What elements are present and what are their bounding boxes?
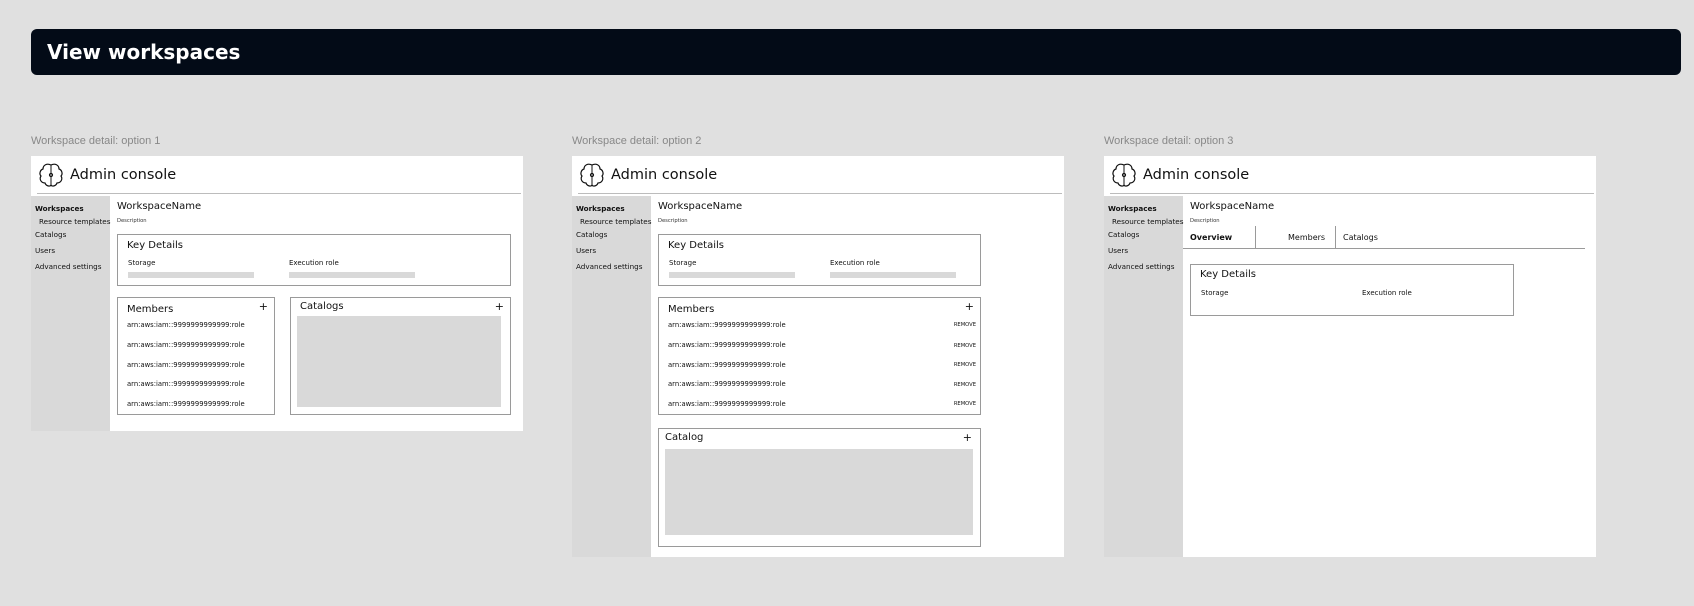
members-panel: Members + arn:aws:iam::9999999999999:rol… <box>117 297 275 415</box>
key-details-title: Key Details <box>1200 269 1256 280</box>
workspace-name: WorkspaceName <box>1190 201 1275 212</box>
sidebar-item-workspaces[interactable]: Workspaces <box>576 204 625 213</box>
sidebar-item-resource-templates[interactable]: Resource templates <box>1112 217 1183 226</box>
sidebar: Workspaces Resource templates Catalogs U… <box>572 196 651 557</box>
sidebar-item-advanced-settings[interactable]: Advanced settings <box>35 262 101 271</box>
key-details-title: Key Details <box>668 240 724 251</box>
workspace-description: Description <box>658 218 688 224</box>
workspace-description: Description <box>1190 218 1220 224</box>
storage-label: Storage <box>669 259 697 267</box>
storage-value-placeholder <box>128 272 254 278</box>
page-banner: View workspaces <box>31 29 1681 75</box>
sidebar-item-resource-templates[interactable]: Resource templates <box>39 217 110 226</box>
member-row: arn:aws:iam::9999999999999:role <box>668 341 786 349</box>
catalogs-title: Catalogs <box>300 301 344 312</box>
storage-label: Storage <box>1201 289 1229 297</box>
catalog-placeholder <box>665 449 973 535</box>
tab-members[interactable]: Members <box>1288 226 1325 248</box>
member-row: arn:aws:iam::9999999999999:role <box>668 380 786 388</box>
workspace-description: Description <box>117 218 147 224</box>
workspace-name: WorkspaceName <box>658 201 743 212</box>
remove-member-button[interactable]: REMOVE <box>954 401 976 407</box>
workspace-name: WorkspaceName <box>117 201 202 212</box>
add-member-button[interactable]: + <box>965 301 974 312</box>
main-content: WorkspaceName Description Overview Membe… <box>1183 196 1596 557</box>
remove-member-button[interactable]: REMOVE <box>954 322 976 328</box>
sidebar-item-users[interactable]: Users <box>1108 246 1128 255</box>
member-row: arn:aws:iam::9999999999999:role <box>127 321 245 329</box>
storage-label: Storage <box>128 259 156 267</box>
remove-member-button[interactable]: REMOVE <box>954 343 976 349</box>
add-member-button[interactable]: + <box>259 301 268 312</box>
app-header: Admin console <box>572 156 1064 194</box>
sidebar-item-resource-templates[interactable]: Resource templates <box>580 217 651 226</box>
add-catalog-button[interactable]: + <box>963 432 972 443</box>
tab-overview[interactable]: Overview <box>1190 226 1232 248</box>
page-title: View workspaces <box>47 40 241 64</box>
catalog-title: Catalog <box>665 432 704 443</box>
app-header: Admin console <box>31 156 523 194</box>
catalog-panel: Catalog + <box>658 428 981 547</box>
member-row: arn:aws:iam::9999999999999:role <box>127 341 245 349</box>
brain-logo-icon <box>580 163 604 187</box>
sidebar-item-catalogs[interactable]: Catalogs <box>35 230 66 239</box>
member-row: arn:aws:iam::9999999999999:role <box>668 361 786 369</box>
option-1-label: Workspace detail: option 1 <box>31 135 161 147</box>
catalogs-placeholder <box>297 316 501 407</box>
sidebar-item-advanced-settings[interactable]: Advanced settings <box>1108 262 1174 271</box>
catalogs-panel: Catalogs + <box>290 297 511 415</box>
key-details-panel: Key Details Storage Execution role <box>1190 264 1514 316</box>
key-details-panel: Key Details Storage Execution role <box>658 234 981 286</box>
detail-tabs: Overview Members Catalogs <box>1183 226 1585 249</box>
option-3-frame: Admin console Workspaces Resource templa… <box>1104 156 1596 557</box>
member-row: arn:aws:iam::9999999999999:role <box>668 400 786 408</box>
brain-logo-icon <box>39 163 63 187</box>
execution-role-label: Execution role <box>1362 289 1412 297</box>
sidebar: Workspaces Resource templates Catalogs U… <box>31 196 110 431</box>
sidebar-item-advanced-settings[interactable]: Advanced settings <box>576 262 642 271</box>
sidebar-item-workspaces[interactable]: Workspaces <box>35 204 84 213</box>
execution-role-label: Execution role <box>289 259 339 267</box>
remove-member-button[interactable]: REMOVE <box>954 362 976 368</box>
app-title: Admin console <box>70 167 177 183</box>
app-header: Admin console <box>1104 156 1596 194</box>
sidebar: Workspaces Resource templates Catalogs U… <box>1104 196 1183 557</box>
key-details-title: Key Details <box>127 240 183 251</box>
sidebar-item-users[interactable]: Users <box>35 246 55 255</box>
app-title: Admin console <box>1143 167 1250 183</box>
app-title: Admin console <box>611 167 718 183</box>
member-row: arn:aws:iam::9999999999999:role <box>127 400 245 408</box>
brain-logo-icon <box>1112 163 1136 187</box>
execution-role-value-placeholder <box>830 272 956 278</box>
option-3-label: Workspace detail: option 3 <box>1104 135 1234 147</box>
members-title: Members <box>668 304 715 315</box>
main-content: WorkspaceName Description Key Details St… <box>110 196 523 431</box>
key-details-panel: Key Details Storage Execution role <box>117 234 511 286</box>
option-1-frame: Admin console Workspaces Resource templa… <box>31 156 523 431</box>
storage-value-placeholder <box>669 272 795 278</box>
execution-role-label: Execution role <box>830 259 880 267</box>
option-2-frame: Admin console Workspaces Resource templa… <box>572 156 1064 557</box>
sidebar-item-workspaces[interactable]: Workspaces <box>1108 204 1157 213</box>
sidebar-item-catalogs[interactable]: Catalogs <box>1108 230 1139 239</box>
add-catalog-button[interactable]: + <box>495 301 504 312</box>
remove-member-button[interactable]: REMOVE <box>954 382 976 388</box>
members-title: Members <box>127 304 174 315</box>
option-2-label: Workspace detail: option 2 <box>572 135 702 147</box>
main-content: WorkspaceName Description Key Details St… <box>651 196 1064 557</box>
execution-role-value-placeholder <box>289 272 415 278</box>
tab-catalogs[interactable]: Catalogs <box>1343 226 1378 248</box>
member-row: arn:aws:iam::9999999999999:role <box>127 361 245 369</box>
sidebar-item-users[interactable]: Users <box>576 246 596 255</box>
member-row: arn:aws:iam::9999999999999:role <box>127 380 245 388</box>
sidebar-item-catalogs[interactable]: Catalogs <box>576 230 607 239</box>
members-panel: Members + arn:aws:iam::9999999999999:rol… <box>658 297 981 415</box>
member-row: arn:aws:iam::9999999999999:role <box>668 321 786 329</box>
